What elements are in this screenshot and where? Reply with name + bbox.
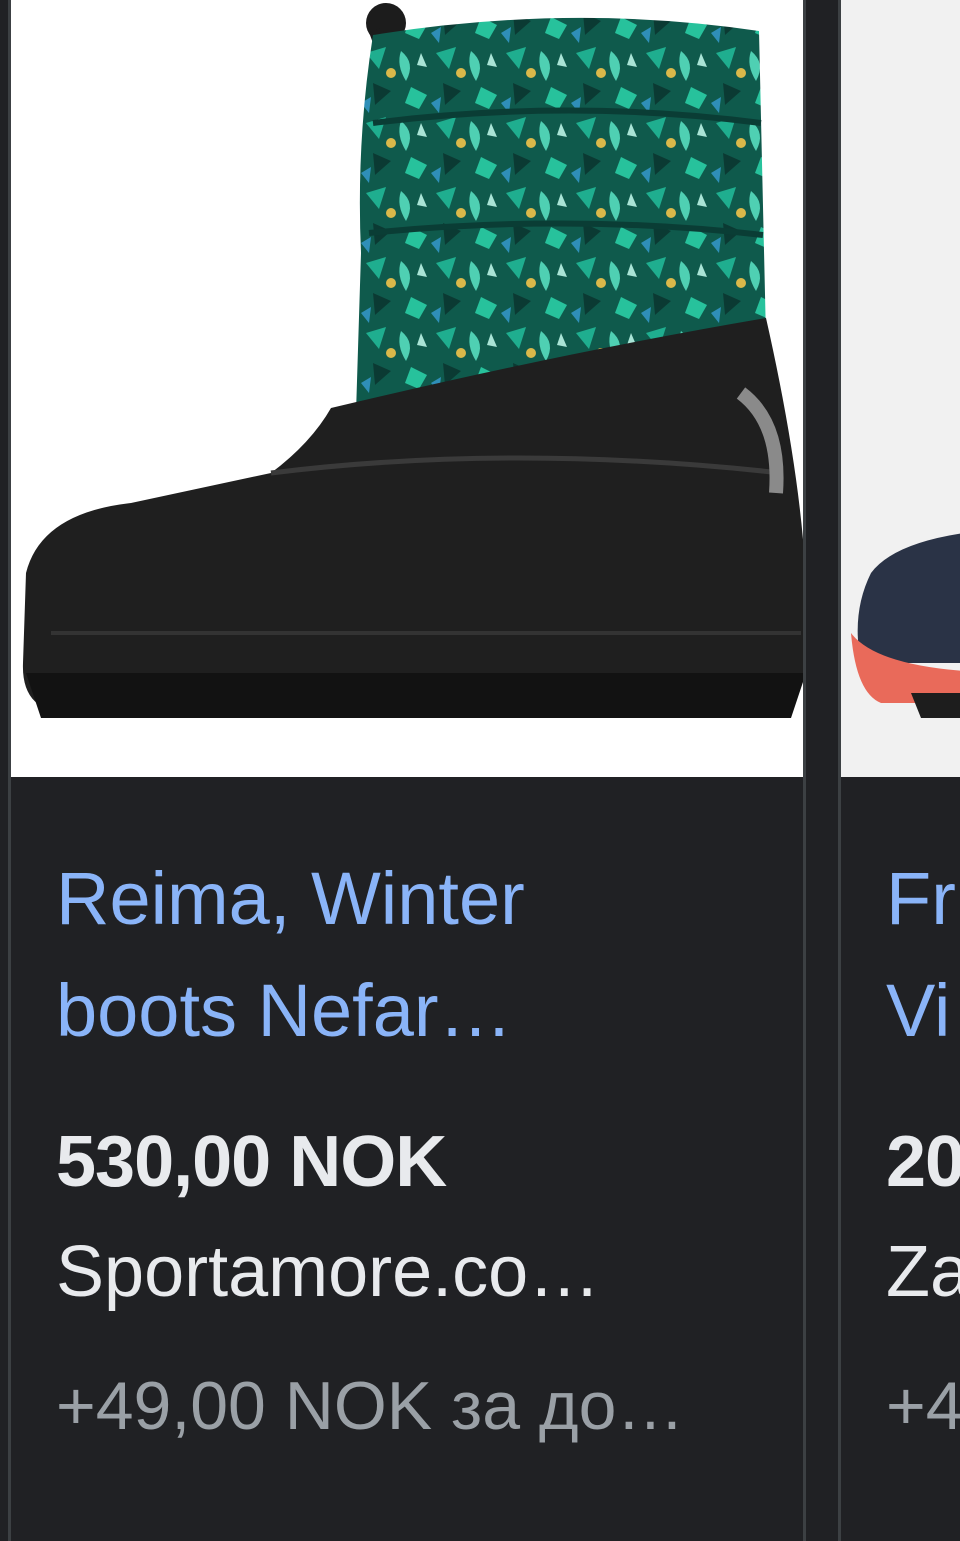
product-price: 20 — [886, 1122, 960, 1202]
shipping-cost: +4 — [886, 1368, 960, 1444]
shopping-results-carousel: Reima, Winter boots Nefar… 530,00 NOK Sp… — [0, 0, 960, 1541]
store-name: Za — [886, 1232, 960, 1312]
product-image[interactable] — [11, 0, 803, 777]
product-info: Reima, Winter boots Nefar… 530,00 NOK Sp… — [11, 777, 803, 1541]
product-title-link[interactable]: Fr Vi — [886, 843, 960, 1067]
winter-boot-icon — [22, 3, 803, 718]
shipping-cost: +49,00 NOK за до… — [56, 1368, 685, 1444]
product-card[interactable]: Fr Vi 20 Za +4 — [838, 0, 960, 1541]
store-name: Sportamore.co… — [56, 1232, 601, 1312]
product-price: 530,00 NOK — [56, 1122, 447, 1202]
product-card[interactable]: Reima, Winter boots Nefar… 530,00 NOK Sp… — [8, 0, 806, 1541]
rubber-boot-icon — [851, 533, 960, 718]
product-title-link[interactable]: Reima, Winter boots Nefar… — [56, 843, 696, 1067]
product-image[interactable] — [841, 0, 960, 777]
product-info: Fr Vi 20 Za +4 — [841, 777, 960, 1541]
